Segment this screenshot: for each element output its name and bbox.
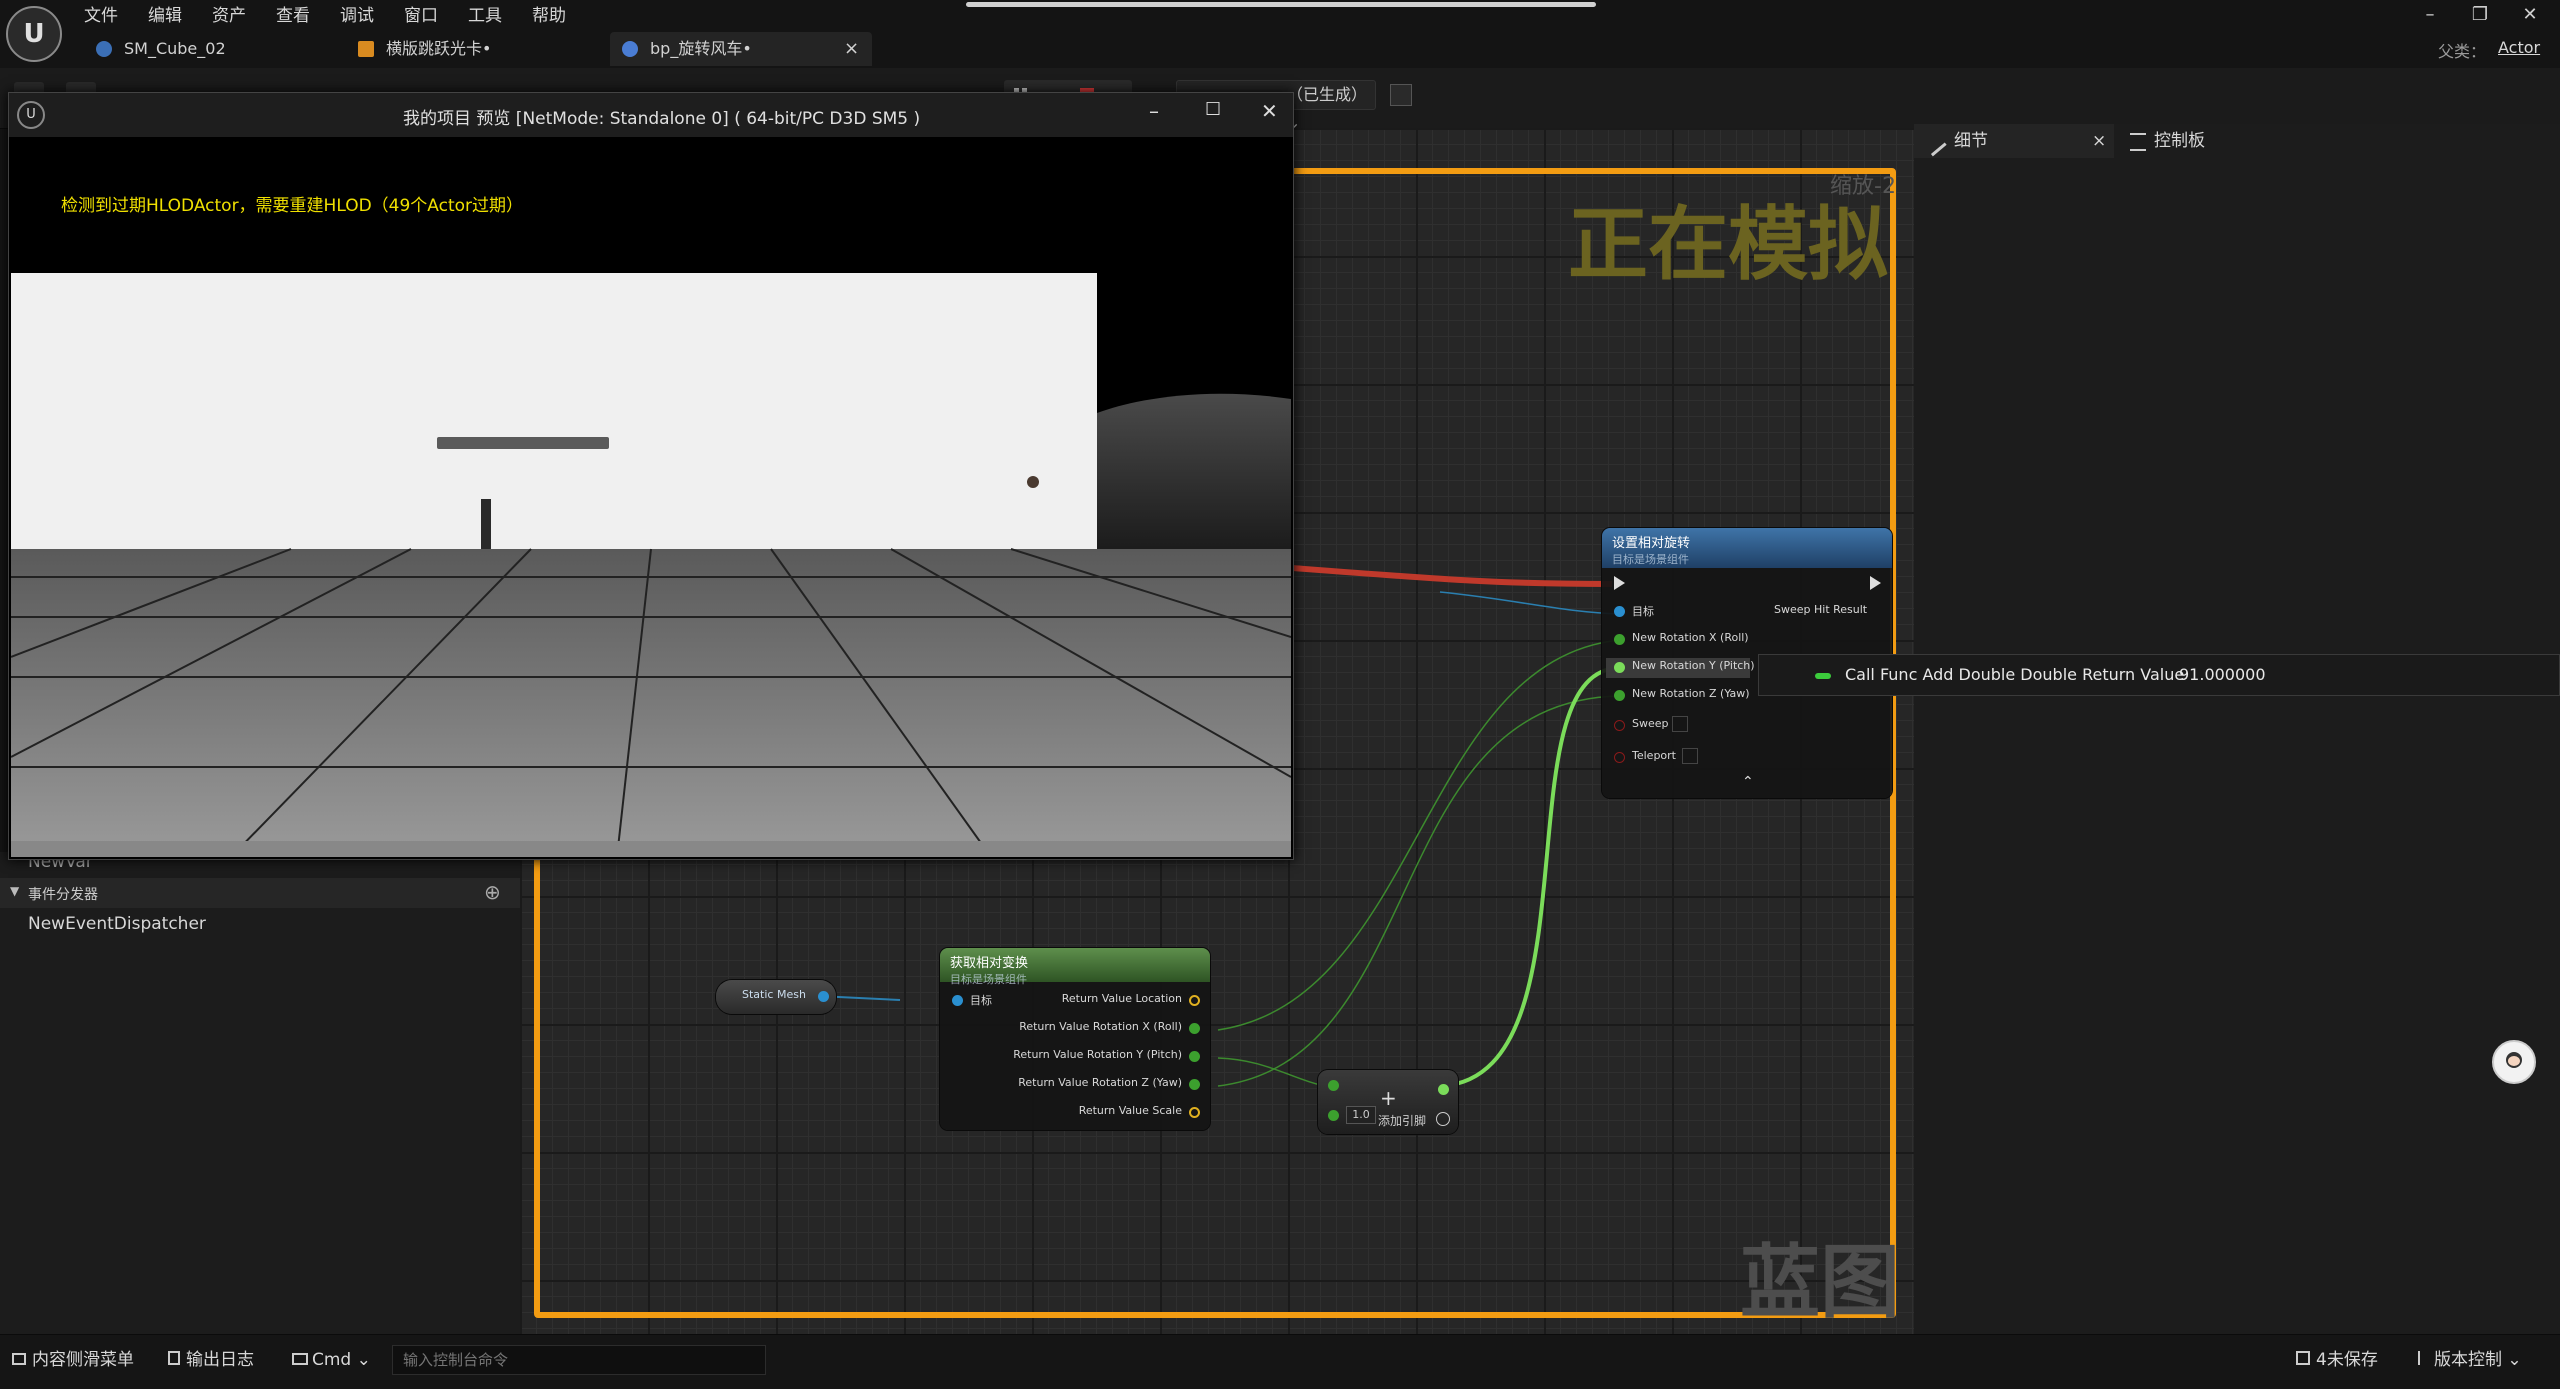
terminal-icon xyxy=(292,1353,308,1365)
tooltip-label: Call Func Add Double Double Return Value xyxy=(1845,665,2185,684)
node-title: 获取相对变换 xyxy=(950,956,1029,971)
rotation-y-out-pin[interactable]: Return Value Rotation Y (Pitch) xyxy=(1013,1048,1182,1061)
avatar[interactable] xyxy=(2492,1040,2536,1084)
preview-maximize-button[interactable]: ☐ xyxy=(1205,99,1221,120)
preview-title: 我的项目 预览 [NetMode: Standalone 0] ( 64-bit… xyxy=(403,109,921,129)
exec-out-pin[interactable] xyxy=(1870,576,1881,590)
float-wire[interactable] xyxy=(1441,666,1621,1088)
tooltip-value: 91.000000 xyxy=(2179,665,2266,684)
add-node[interactable]: + 1.0 添加引脚 xyxy=(1318,1070,1458,1134)
content-drawer-button[interactable]: 内容侧滑菜单 xyxy=(12,1345,134,1375)
preview-close-button[interactable]: ✕ xyxy=(1261,99,1278,123)
debug-value-tooltip: Call Func Add Double Double Return Value… xyxy=(1758,654,2560,696)
scale-pin[interactable]: Return Value Scale xyxy=(1079,1104,1182,1117)
rotation-x-pin[interactable]: New Rotation X (Roll) xyxy=(1632,631,1749,644)
node-title: 设置相对旋转 xyxy=(1612,536,1691,551)
console-command-input[interactable] xyxy=(392,1345,766,1375)
float-pin-icon xyxy=(1815,673,1831,679)
expand-arrow-icon[interactable]: ⌃ xyxy=(1742,774,1754,790)
static-mesh-out-pin[interactable] xyxy=(818,991,829,1002)
teleport-pin[interactable]: Teleport xyxy=(1632,749,1676,762)
play-preview-window[interactable]: U 我的项目 预览 [NetMode: Standalone 0] ( 64-b… xyxy=(8,92,1294,860)
location-pin[interactable]: Return Value Location xyxy=(1062,992,1182,1005)
static-mesh-variable-node[interactable]: Static Mesh xyxy=(716,980,836,1014)
cmd-dropdown[interactable]: Cmd ⌄ xyxy=(292,1345,371,1375)
game-viewport[interactable]: 检测到过期HLODActor，需要重建HLOD（49个Actor过期） xyxy=(11,137,1291,857)
sweep-pin[interactable]: Sweep xyxy=(1632,717,1669,730)
source-control-button[interactable]: 版本控制 ⌄ xyxy=(2418,1345,2522,1375)
rotation-z-pin[interactable]: New Rotation Z (Yaw) xyxy=(1632,687,1750,700)
node-subtitle: 目标是场景组件 xyxy=(1612,553,1689,566)
output-log-button[interactable]: 输出日志 xyxy=(168,1345,254,1375)
add-pin-icon[interactable] xyxy=(1436,1112,1450,1126)
hlod-warning-text: 检测到过期HLODActor，需要重建HLOD（49个Actor过期） xyxy=(61,196,524,216)
sweep-hit-result-pin[interactable]: Sweep Hit Result xyxy=(1774,603,1867,616)
unsaved-button[interactable]: 4未保存 xyxy=(2296,1345,2378,1375)
chevron-down-icon: ⌄ xyxy=(2507,1350,2522,1370)
exec-wire[interactable] xyxy=(1291,565,1613,587)
chevron-down-icon: ⌄ xyxy=(356,1350,371,1370)
rotation-y-pin[interactable]: New Rotation Y (Pitch) xyxy=(1632,659,1755,672)
add-symbol: + xyxy=(1380,1086,1397,1110)
node-subtitle: 目标是场景组件 xyxy=(950,973,1027,986)
add-out-pin[interactable] xyxy=(1438,1084,1449,1095)
exec-in-pin[interactable] xyxy=(1614,576,1625,590)
unreal-logo-icon: U xyxy=(17,101,45,129)
get-relative-transform-node[interactable]: 获取相对变换 目标是场景组件 目标 Return Value Location … xyxy=(940,948,1210,1130)
scene-render xyxy=(11,273,1291,857)
status-bar: 内容侧滑菜单 输出日志 Cmd ⌄ 4未保存 版本控制 ⌄ xyxy=(0,1334,2560,1385)
preview-title-bar[interactable]: U 我的项目 预览 [NetMode: Standalone 0] ( 64-b… xyxy=(9,93,1293,137)
folder-icon xyxy=(12,1353,26,1365)
rotation-z-out-pin[interactable]: Return Value Rotation Z (Yaw) xyxy=(1018,1076,1182,1089)
b-value-field[interactable]: 1.0 xyxy=(1346,1106,1376,1124)
target-pin[interactable]: 目标 xyxy=(970,992,992,1008)
teleport-checkbox[interactable] xyxy=(1682,748,1698,764)
log-icon xyxy=(168,1351,180,1365)
save-icon xyxy=(2296,1351,2310,1365)
target-pin[interactable]: 目标 xyxy=(1632,603,1654,619)
rotation-x-out-pin[interactable]: Return Value Rotation X (Roll) xyxy=(1019,1020,1182,1033)
branch-icon xyxy=(2418,1351,2428,1365)
preview-minimize-button[interactable]: – xyxy=(1149,99,1159,123)
sweep-checkbox[interactable] xyxy=(1672,716,1688,732)
add-pin-button[interactable]: 添加引脚 xyxy=(1378,1112,1426,1129)
